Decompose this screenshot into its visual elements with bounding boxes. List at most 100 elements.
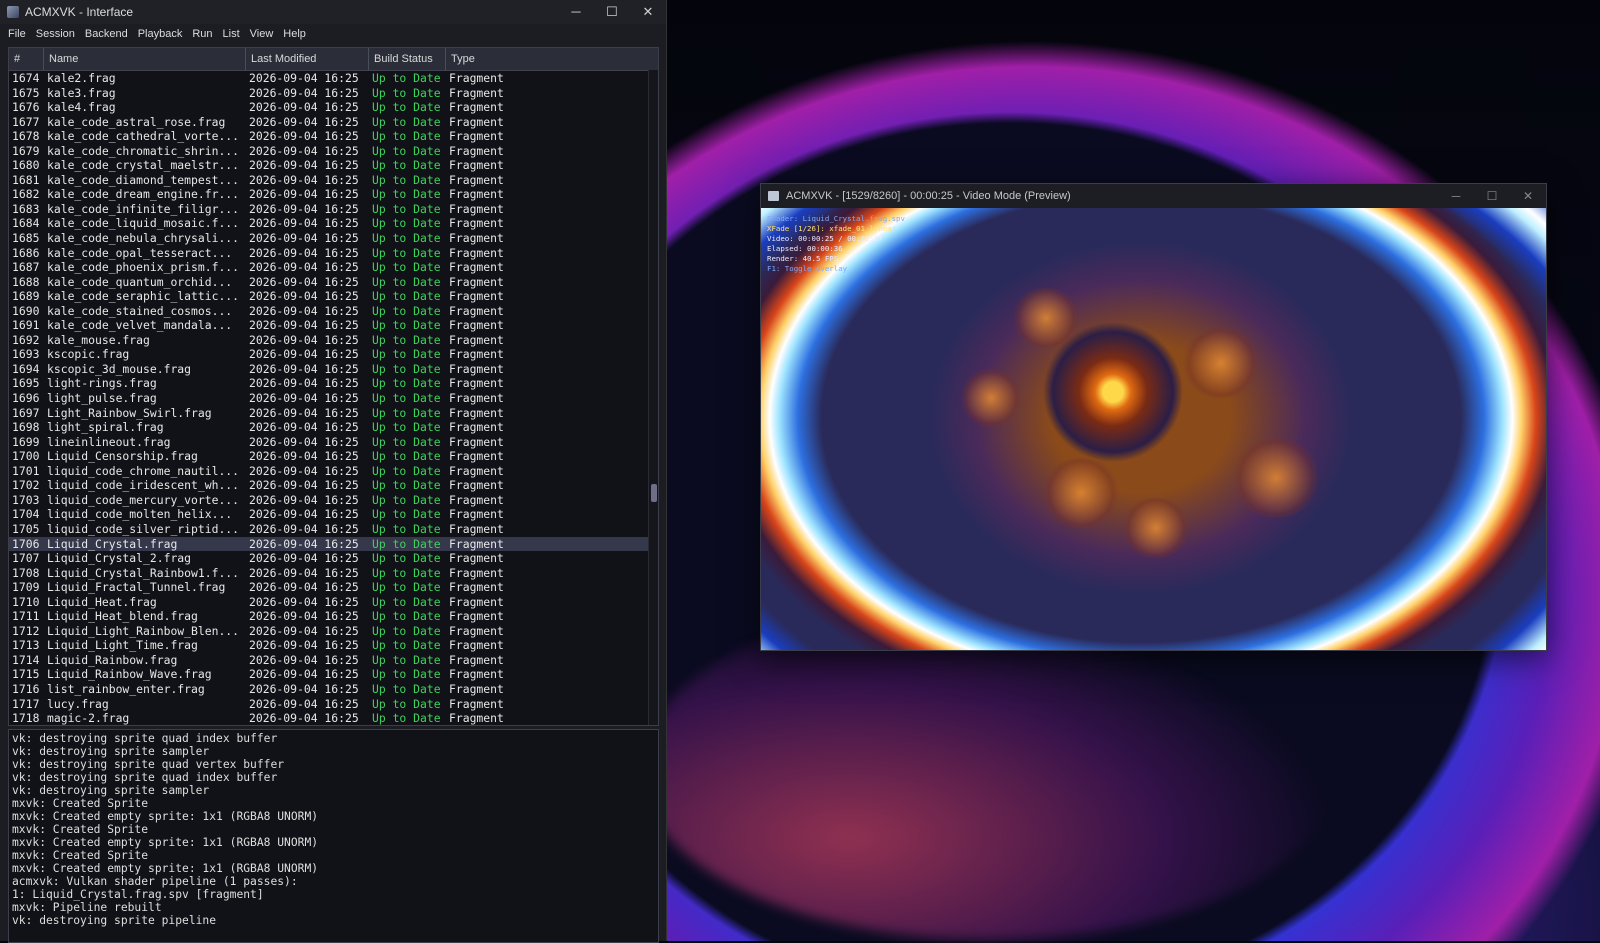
table-row[interactable]: 1712 Liquid_Light_Rainbow_Blen... 2026-09-… <box>9 624 658 639</box>
table-row[interactable]: 1701 liquid_code_chrome_nautil... 2026-09-… <box>9 464 658 479</box>
table-row[interactable]: 1716 list_rainbow_enter.frag 2026-09-04 16… <box>9 682 658 697</box>
table-scrollbar[interactable] <box>648 70 658 725</box>
table-row[interactable]: 1685 kale_code_nebula_chrysali... 2026-09-… <box>9 231 658 246</box>
menu-backend[interactable]: Backend <box>80 28 133 40</box>
table-row[interactable]: 1675 kale3.frag 2026-09-04 16:25 Up to Date… <box>9 86 658 101</box>
log-line: 1: Liquid_Crystal.frag.spv [fragment] <box>12 888 264 901</box>
menu-view[interactable]: View <box>245 28 279 40</box>
row-last-modified: 2026-09-04 16:25 <box>249 492 359 507</box>
column-header-build-status[interactable]: Build Status <box>369 48 446 70</box>
table-row[interactable]: 1696 light_pulse.frag 2026-09-04 16:25 Up t… <box>9 391 658 406</box>
row-type: Fragment <box>449 158 504 173</box>
table-row[interactable]: 1674 kale2.frag 2026-09-04 16:25 Up to Date… <box>9 71 658 86</box>
table-row[interactable]: 1703 liquid_code_mercury_vorte... 2026-09-… <box>9 493 658 508</box>
row-build-status: Up to Date <box>372 434 441 449</box>
preview-maximize-button[interactable]: ☐ <box>1474 189 1510 203</box>
table-row[interactable]: 1686 kale_code_opal_tesseract... 2026-09-0… <box>9 246 658 261</box>
table-row[interactable]: 1682 kale_code_dream_engine.fr... 2026-09-… <box>9 187 658 202</box>
preview-minimize-button[interactable]: ─ <box>1438 189 1474 203</box>
close-button[interactable]: ✕ <box>630 0 666 24</box>
column-header-number[interactable]: # <box>9 48 44 70</box>
row-build-status: Up to Date <box>372 623 441 638</box>
menu-run[interactable]: Run <box>187 28 217 40</box>
menu-help[interactable]: Help <box>278 28 311 40</box>
row-build-status: Up to Date <box>372 318 441 333</box>
interface-titlebar[interactable]: ACMXVK - Interface ─ ☐ ✕ <box>0 0 666 24</box>
row-name: kscopic_3d_mouse.frag <box>47 361 192 376</box>
row-number: 1678 <box>12 129 40 144</box>
table-row[interactable]: 1698 light_spiral.frag 2026-09-04 16:25 Up … <box>9 420 658 435</box>
row-last-modified: 2026-09-04 16:25 <box>249 85 359 100</box>
table-row[interactable]: 1697 Light_Rainbow_Swirl.frag 2026-09-04 1… <box>9 406 658 421</box>
row-name: Liquid_Heat_blend.frag <box>47 609 198 624</box>
row-last-modified: 2026-09-04 16:25 <box>249 187 359 202</box>
minimize-button[interactable]: ─ <box>558 0 594 24</box>
row-name: Liquid_Heat.frag <box>47 594 157 609</box>
table-row[interactable]: 1695 light-rings.frag 2026-09-04 16:25 Up t… <box>9 376 658 391</box>
table-row[interactable]: 1689 kale_code_seraphic_lattic... 2026-09-… <box>9 289 658 304</box>
menu-list[interactable]: List <box>218 28 245 40</box>
table-row[interactable]: 1700 Liquid_Censorship.frag 2026-09-04 16:… <box>9 449 658 464</box>
table-row[interactable]: 1677 kale_code_astral_rose.frag 2026-09-04… <box>9 115 658 130</box>
maximize-button[interactable]: ☐ <box>594 0 630 24</box>
column-header-type[interactable]: Type <box>446 48 648 70</box>
table-row[interactable]: 1684 kale_code_liquid_mosaic.f... 2026-09-… <box>9 216 658 231</box>
table-row[interactable]: 1693 kscopic.frag 2026-09-04 16:25 Up to Da… <box>9 347 658 362</box>
table-row[interactable]: 1717 lucy.frag 2026-09-04 16:25 Up to Date F… <box>9 697 658 712</box>
row-type: Fragment <box>449 405 504 420</box>
table-row[interactable]: 1718 magic-2.frag 2026-09-04 16:25 Up to Da… <box>9 711 658 725</box>
menu-bar: File Session Backend Playback Run List V… <box>0 24 666 44</box>
shader-preview-canvas[interactable]: Shader: Liquid_Crystal.frag.spv XFade [1… <box>761 208 1546 650</box>
table-row[interactable]: 1707 Liquid_Crystal_2.frag 2026-09-04 16:2… <box>9 551 658 566</box>
log-panel[interactable]: vk: destroying sprite quad index buffer v… <box>8 729 659 943</box>
table-row[interactable]: 1710 Liquid_Heat.frag 2026-09-04 16:25 Up t… <box>9 595 658 610</box>
table-row[interactable]: 1688 kale_code_quantum_orchid... 2026-09-0… <box>9 275 658 290</box>
row-build-status: Up to Date <box>372 158 441 173</box>
pattern-cell <box>961 368 1021 428</box>
table-row[interactable]: 1690 kale_code_stained_cosmos... 2026-09-0… <box>9 304 658 319</box>
row-name: lucy.frag <box>47 696 109 711</box>
row-name: kale_code_nebula_chrysali... <box>47 231 240 246</box>
table-row[interactable]: 1702 liquid_code_iridescent_wh... 2026-09-… <box>9 478 658 493</box>
menu-playback[interactable]: Playback <box>133 28 188 40</box>
table-row[interactable]: 1704 liquid_code_molten_helix... 2026-09-0… <box>9 507 658 522</box>
row-name: kale_code_phoenix_prism.f... <box>47 260 240 275</box>
row-last-modified: 2026-09-04 16:25 <box>249 289 359 304</box>
preview-titlebar[interactable]: ACMXVK - [1529/8260] - 00:00:25 - Video … <box>761 184 1546 208</box>
table-row[interactable]: 1687 kale_code_phoenix_prism.f... 2026-09-… <box>9 260 658 275</box>
shader-table[interactable]: # Name Last Modified Build Status Type 1… <box>8 47 659 726</box>
table-row[interactable]: 1694 kscopic_3d_mouse.frag 2026-09-04 16:2… <box>9 362 658 377</box>
column-header-name[interactable]: Name <box>44 48 246 70</box>
table-row[interactable]: 1692 kale_mouse.frag 2026-09-04 16:25 Up to… <box>9 333 658 348</box>
table-row[interactable]: 1706 Liquid_Crystal.frag 2026-09-04 16:25 U… <box>9 536 658 552</box>
table-row[interactable]: 1681 kale_code_diamond_tempest... 2026-09-… <box>9 173 658 188</box>
table-row[interactable]: 1676 kale4.frag 2026-09-04 16:25 Up to Date… <box>9 100 658 115</box>
row-last-modified: 2026-09-04 16:25 <box>249 667 359 682</box>
table-row[interactable]: 1708 Liquid_Crystal_Rainbow1.f... 2026-09-… <box>9 566 658 581</box>
column-header-last-modified[interactable]: Last Modified <box>246 48 369 70</box>
preview-close-button[interactable]: ✕ <box>1510 189 1546 203</box>
table-row[interactable]: 1713 Liquid_Light_Time.frag 2026-09-04 16:… <box>9 638 658 653</box>
menu-session[interactable]: Session <box>31 28 80 40</box>
table-row[interactable]: 1709 Liquid_Fractal_Tunnel.frag 2026-09-04… <box>9 580 658 595</box>
table-row[interactable]: 1691 kale_code_velvet_mandala... 2026-09-0… <box>9 318 658 333</box>
row-name: kale_code_cathedral_vorte... <box>47 129 240 144</box>
table-row[interactable]: 1699 lineinlineout.frag 2026-09-04 16:25 Up… <box>9 435 658 450</box>
table-row[interactable]: 1714 Liquid_Rainbow.frag 2026-09-04 16:25 U… <box>9 653 658 668</box>
log-lines: vk: destroying sprite quad index buffer v… <box>9 730 658 927</box>
table-row[interactable]: 1683 kale_code_infinite_filigr... 2026-09-… <box>9 202 658 217</box>
table-row[interactable]: 1680 kale_code_crystal_maelstr... 2026-09-… <box>9 158 658 173</box>
table-row[interactable]: 1715 Liquid_Rainbow_Wave.frag 2026-09-04 1… <box>9 667 658 682</box>
row-name: Light_Rainbow_Swirl.frag <box>47 405 212 420</box>
table-scrollbar-thumb[interactable] <box>651 484 657 502</box>
row-name: kale_mouse.frag <box>47 332 150 347</box>
table-row[interactable]: 1711 Liquid_Heat_blend.frag 2026-09-04 16:… <box>9 609 658 624</box>
row-number: 1708 <box>12 565 40 580</box>
table-row[interactable]: 1678 kale_code_cathedral_vorte... 2026-09-… <box>9 129 658 144</box>
table-row[interactable]: 1705 liquid_code_silver_riptid... 2026-09-… <box>9 522 658 537</box>
table-row[interactable]: 1679 kale_code_chromatic_shrin... 2026-09-… <box>9 144 658 159</box>
row-build-status: Up to Date <box>372 667 441 682</box>
row-name: kale_code_opal_tesseract... <box>47 245 233 260</box>
menu-file[interactable]: File <box>3 28 31 40</box>
row-last-modified: 2026-09-04 16:25 <box>249 536 359 551</box>
